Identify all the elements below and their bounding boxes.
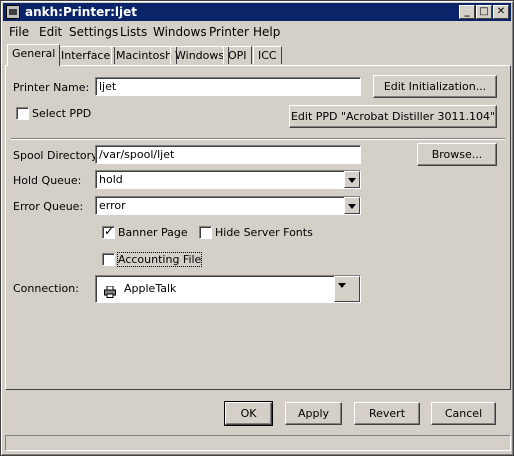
general-panel: Printer Name: ljet Edit Initialization..… (5, 65, 511, 390)
hide-server-fonts-label: Hide Server Fonts (215, 226, 313, 239)
error-queue-value: error (99, 199, 126, 212)
tab-macintosh[interactable]: Macintosh (111, 46, 178, 64)
menu-lists[interactable]: Lists (120, 25, 147, 39)
maximize-button[interactable]: □ (476, 5, 492, 19)
error-queue-label: Error Queue: (13, 200, 84, 213)
status-bar (5, 435, 511, 451)
accounting-file-checkbox[interactable] (102, 253, 115, 266)
banner-page-checkbox[interactable] (102, 224, 115, 239)
menu-windows[interactable]: Windows (153, 25, 207, 39)
chevron-down-icon[interactable] (334, 276, 360, 302)
select-ppd-label: Select PPD (32, 107, 92, 120)
close-button[interactable]: ✕ (493, 5, 509, 19)
connection-combo[interactable]: AppleTalk (95, 275, 361, 303)
ok-button[interactable]: OK (224, 401, 273, 426)
tab-general[interactable]: General (7, 44, 61, 66)
select-ppd-checkbox[interactable] (16, 107, 29, 120)
minimize-button[interactable]: _ (459, 5, 475, 19)
spool-directory-label: Spool Directory: (13, 149, 101, 162)
divider (11, 138, 505, 140)
printer-window: ankh:Printer:ljet _ □ ✕ File Edit Settin… (0, 0, 514, 456)
menu-bar: File Edit Settings Lists Windows Printer… (3, 22, 511, 42)
menu-file[interactable]: File (9, 25, 29, 39)
hold-queue-combo[interactable]: hold (95, 170, 361, 189)
cancel-button[interactable]: Cancel (431, 402, 496, 425)
edit-initialization-button[interactable]: Edit Initialization... (373, 75, 497, 98)
browse-button[interactable]: Browse... (417, 143, 497, 166)
hold-queue-value: hold (99, 173, 123, 186)
menu-settings[interactable]: Settings (69, 25, 118, 39)
spool-directory-input[interactable]: /var/spool/ljet (95, 145, 361, 164)
banner-page-label: Banner Page (118, 226, 188, 239)
error-queue-combo[interactable]: error (95, 196, 361, 215)
window-title: ankh:Printer:ljet (25, 5, 138, 19)
apply-button[interactable]: Apply (285, 402, 342, 425)
accounting-file-label: Accounting File (116, 252, 203, 267)
app-icon[interactable] (6, 5, 20, 19)
chevron-down-icon[interactable] (344, 197, 360, 214)
tab-icc[interactable]: ICC (253, 46, 282, 64)
connection-label: Connection: (13, 282, 79, 295)
hold-queue-label: Hold Queue: (13, 174, 82, 187)
tab-opi[interactable]: OPI (223, 46, 252, 64)
chevron-down-icon[interactable] (344, 171, 360, 188)
tab-bar: General Interface Macintosh Windows OPI … (5, 44, 511, 66)
printer-name-label: Printer Name: (13, 81, 90, 94)
title-bar[interactable]: ankh:Printer:ljet _ □ ✕ (3, 3, 511, 21)
revert-button[interactable]: Revert (354, 402, 420, 425)
connection-value: AppleTalk (124, 282, 177, 295)
edit-ppd-button[interactable]: Edit PPD "Acrobat Distiller 3011.104" (289, 105, 497, 128)
menu-printer[interactable]: Printer (209, 25, 249, 39)
menu-help[interactable]: Help (253, 25, 280, 39)
printer-name-input[interactable]: ljet (95, 77, 361, 96)
tab-windows[interactable]: Windows (170, 46, 230, 64)
printer-icon (104, 282, 116, 298)
hide-server-fonts-checkbox[interactable] (199, 226, 212, 239)
tab-interface[interactable]: Interface (56, 46, 116, 64)
menu-edit[interactable]: Edit (39, 25, 62, 39)
